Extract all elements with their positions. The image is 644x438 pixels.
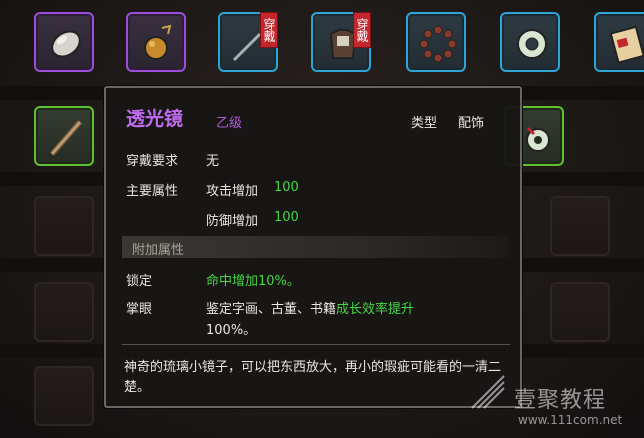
inventory-slot-spear[interactable]: 穿戴 — [218, 12, 278, 72]
wear-req-label: 穿戴要求 — [126, 154, 179, 169]
eye-effect: 鉴定字画、古董、书籍成长效率提升 — [206, 298, 414, 317]
scroll-icon — [609, 25, 644, 64]
eye-effect-prefix: 鉴定字画、古董、书籍 — [206, 302, 337, 317]
lock-effect: 命中增加10%。 — [206, 274, 300, 289]
extra-attr-section: 附加属性 — [122, 236, 508, 258]
inventory-slot-scroll[interactable] — [594, 12, 644, 72]
inventory-slot-brush[interactable] — [34, 106, 94, 166]
item-description: 神奇的琉璃小镜子，可以把东西放大，再小的瑕疵可能看的一清二楚。 — [124, 360, 502, 395]
equipped-tag: 穿戴 — [260, 12, 278, 48]
eye-effect-highlight: 成长效率提升 — [336, 302, 415, 317]
attr2-name: 防御增加 — [206, 214, 259, 229]
brush-icon — [50, 120, 82, 156]
wear-req-value: 无 — [206, 154, 220, 169]
type-value: 配饰 — [458, 116, 485, 131]
inventory-slot-beads[interactable] — [406, 12, 466, 72]
empty-slot[interactable] — [34, 366, 94, 426]
empty-slot[interactable] — [550, 282, 610, 342]
extra-attr-label: 附加属性 — [132, 243, 185, 258]
inventory-slot-jade[interactable] — [500, 12, 560, 72]
prayer-beads-icon — [419, 25, 457, 63]
lock-label: 锁定 — [126, 274, 153, 289]
stone-icon — [51, 30, 81, 58]
pouch-icon — [144, 24, 172, 60]
item-grade: 乙级 — [216, 116, 243, 131]
inventory-slot-armor[interactable]: 穿戴 — [311, 12, 371, 72]
watermark-brand: 壹聚教程 — [514, 388, 607, 413]
watermark-url: www.111com.net — [518, 413, 623, 427]
watermark-logo-icon — [471, 375, 505, 409]
jade-disc-icon — [517, 29, 547, 59]
attr1-name: 攻击增加 — [206, 184, 259, 199]
item-name: 透光镜 — [126, 108, 184, 130]
equipped-tag: 穿戴 — [353, 12, 371, 48]
empty-slot[interactable] — [34, 196, 94, 256]
inventory-slot-stone[interactable] — [34, 12, 94, 72]
main-attr-label: 主要属性 — [126, 184, 179, 199]
attr1-value: 100 — [274, 180, 299, 195]
attr2-value: 100 — [274, 210, 299, 225]
divider — [122, 344, 510, 345]
type-label: 类型 — [411, 116, 438, 131]
eye-label: 掌眼 — [126, 302, 153, 317]
empty-slot[interactable] — [34, 282, 94, 342]
empty-slot[interactable] — [550, 196, 610, 256]
eye-effect-suffix: 100%。 — [206, 323, 257, 338]
item-tooltip: 透光镜 乙级 类型 配饰 穿戴要求 无 主要属性 攻击增加 100 防御增加 1… — [104, 86, 522, 408]
inventory-slot-pouch[interactable] — [126, 12, 186, 72]
